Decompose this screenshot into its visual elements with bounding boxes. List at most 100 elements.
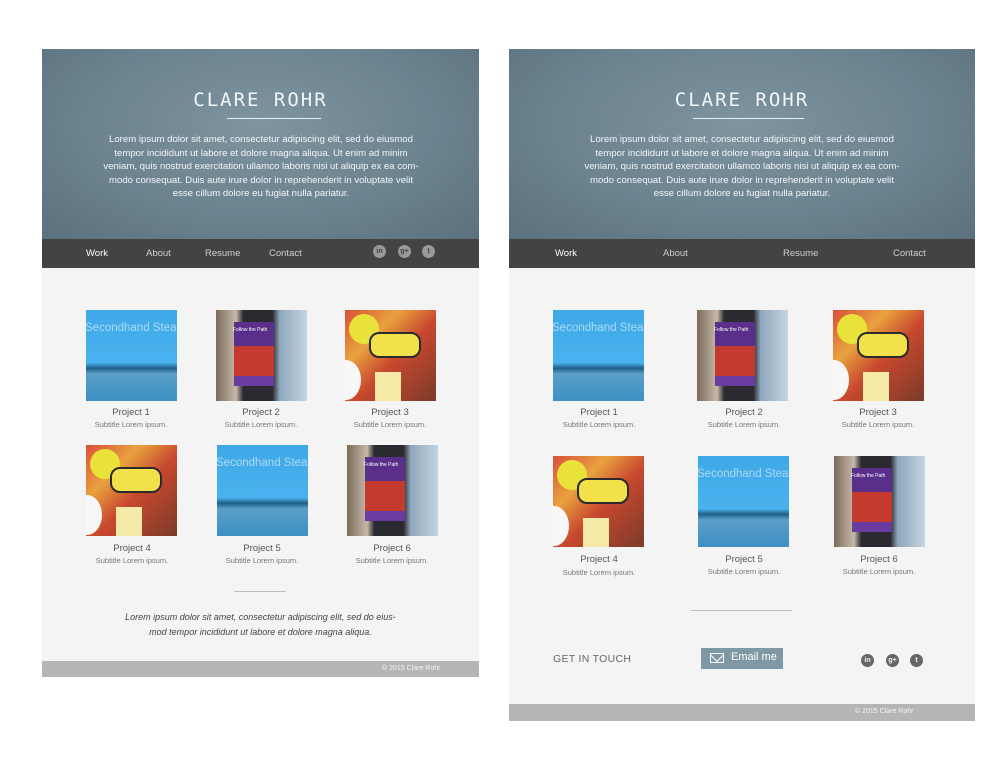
project-subtitle: Subtitle Lorem ipsum.: [94, 420, 168, 429]
email-me-button[interactable]: Email me: [701, 648, 783, 669]
project-thumbnail[interactable]: Follow the Path: [834, 456, 925, 547]
art-shape: [116, 507, 142, 536]
bio-line: modo consequat. Duis aute irure dolor in…: [590, 174, 894, 186]
bio-line: tempor incididunt ut labore et dolore ma…: [114, 147, 408, 159]
email-me-label: Email me: [731, 651, 777, 663]
project-title[interactable]: Project 6: [819, 554, 939, 565]
art-shape: [833, 360, 849, 400]
project-title[interactable]: Project 4: [72, 543, 192, 554]
footer: © 2015 Clare Rohr: [42, 661, 479, 677]
hero-banner: CLARE ROHR Lorem ipsum dolor sit amet, c…: [509, 49, 975, 239]
art-shape: [577, 478, 629, 504]
project-subtitle: Subtitle Lorem ipsum.: [225, 556, 299, 565]
nav-item-resume[interactable]: Resume: [783, 248, 818, 259]
thumbnail-label: Follow the Path: [851, 473, 886, 479]
phone-screen-bar: [234, 376, 274, 386]
thumbnail-label: Secondhand Steal: [217, 457, 308, 469]
nav-bar: Work About Resume Contact: [509, 239, 975, 268]
nav-item-about[interactable]: About: [146, 248, 171, 259]
phone-screen-bar: [715, 376, 755, 386]
phone-screen-art: [715, 346, 755, 376]
project-thumbnail[interactable]: Secondhand Steal: [217, 445, 308, 536]
bio-line: veniam, quis nostrud exercitation ullamc…: [103, 161, 419, 173]
site-title: CLARE ROHR: [674, 89, 810, 111]
nav-item-contact[interactable]: Contact: [893, 248, 926, 259]
phone-screen-art: [365, 481, 405, 511]
footer: © 2015 Clare Rohr: [509, 704, 975, 721]
art-shape: [857, 332, 909, 358]
bio-text: Lorem ipsum dolor sit amet, consectetur …: [581, 133, 903, 201]
bio-line: Lorem ipsum dolor sit amet, consectetur …: [590, 134, 894, 145]
project-thumbnail[interactable]: Secondhand Steal: [553, 310, 644, 401]
get-in-touch-heading: GET IN TOUCH: [553, 653, 632, 665]
phone-screen-art: [852, 492, 892, 522]
project-title[interactable]: Project 6: [332, 543, 452, 554]
google-plus-icon[interactable]: g+: [398, 245, 411, 258]
bio-line: veniam, quis nostrud exercitation ullamc…: [584, 161, 900, 173]
project-title[interactable]: Project 1: [539, 407, 659, 418]
nav-item-work[interactable]: Work: [86, 248, 108, 259]
project-thumbnail[interactable]: Follow the Path: [347, 445, 438, 536]
thumbnail-label: Follow the Path: [714, 327, 749, 333]
art-shape: [553, 506, 569, 546]
project-subtitle: Subtitle Lorem ipsum.: [224, 420, 298, 429]
project-title[interactable]: Project 2: [201, 407, 321, 418]
project-thumbnail[interactable]: Follow the Path: [216, 310, 307, 401]
project-thumbnail[interactable]: Follow the Path: [697, 310, 788, 401]
linkedin-icon[interactable]: in: [373, 245, 386, 258]
envelope-icon: [710, 653, 724, 663]
title-underline: [693, 118, 804, 119]
bio-line: esse cillum dolore eu fugiat nulla paria…: [653, 188, 831, 200]
project-subtitle: Subtitle Lorem ipsum.: [562, 420, 636, 429]
project-subtitle: Subtitle Lorem ipsum.: [707, 567, 781, 576]
project-subtitle: Subtitle Lorem ipsum.: [353, 420, 427, 429]
project-title[interactable]: Project 5: [684, 554, 804, 565]
nav-item-resume[interactable]: Resume: [205, 248, 240, 259]
thumbnail-label: Secondhand Steal: [86, 322, 177, 334]
nav-item-contact[interactable]: Contact: [269, 248, 302, 259]
project-thumbnail[interactable]: Secondhand Steal: [86, 310, 177, 401]
mockup-left: CLARE ROHR Lorem ipsum dolor sit amet, c…: [42, 49, 479, 677]
art-shape: [375, 372, 401, 401]
section-divider: [691, 610, 792, 611]
bio-line: tempor incididunt ut labore et dolore ma…: [595, 147, 889, 159]
project-subtitle: Subtitle Lorem ipsum.: [842, 567, 916, 576]
mockup-right: CLARE ROHR Lorem ipsum dolor sit amet, c…: [509, 49, 975, 721]
nav-item-work[interactable]: Work: [555, 248, 577, 259]
twitter-icon[interactable]: t: [422, 245, 435, 258]
title-underline: [227, 118, 321, 119]
art-shape: [863, 372, 889, 401]
art-shape: [345, 360, 361, 400]
quote-line: Lorem ipsum dolor sit amet, consectetur …: [125, 612, 396, 622]
art-shape: [583, 518, 609, 547]
phone-screen-bar: [852, 522, 892, 532]
project-title[interactable]: Project 5: [202, 543, 322, 554]
bio-line: modo consequat. Duis aute irure dolor in…: [109, 174, 413, 186]
nav-item-about[interactable]: About: [663, 248, 688, 259]
art-shape: [369, 332, 421, 358]
linkedin-icon[interactable]: in: [861, 654, 874, 667]
project-subtitle: Subtitle Lorem ipsum.: [355, 556, 429, 565]
project-subtitle: Subtitle Lorem ipsum.: [707, 420, 781, 429]
project-title[interactable]: Project 3: [818, 407, 938, 418]
project-thumbnail[interactable]: [345, 310, 436, 401]
project-title[interactable]: Project 2: [684, 407, 804, 418]
project-thumbnail[interactable]: [553, 456, 644, 547]
section-divider: [234, 591, 286, 592]
twitter-icon[interactable]: t: [910, 654, 923, 667]
site-title: CLARE ROHR: [193, 89, 328, 111]
thumbnail-label: Follow the Path: [233, 327, 268, 333]
project-title[interactable]: Project 3: [330, 407, 450, 418]
project-title[interactable]: Project 1: [71, 407, 191, 418]
project-thumbnail[interactable]: [833, 310, 924, 401]
copyright: © 2015 Clare Rohr: [382, 665, 441, 672]
project-thumbnail[interactable]: Secondhand Steal: [698, 456, 789, 547]
art-shape: [86, 495, 102, 535]
nav-bar: Work About Resume Contact in g+ t: [42, 239, 479, 268]
art-shape: [110, 467, 162, 493]
project-title[interactable]: Project 4: [539, 554, 659, 565]
hero-banner: CLARE ROHR Lorem ipsum dolor sit amet, c…: [42, 49, 479, 239]
google-plus-icon[interactable]: g+: [886, 654, 899, 667]
project-thumbnail[interactable]: [86, 445, 177, 536]
bio-line: esse cillum dolore eu fugiat nulla paria…: [172, 188, 350, 200]
